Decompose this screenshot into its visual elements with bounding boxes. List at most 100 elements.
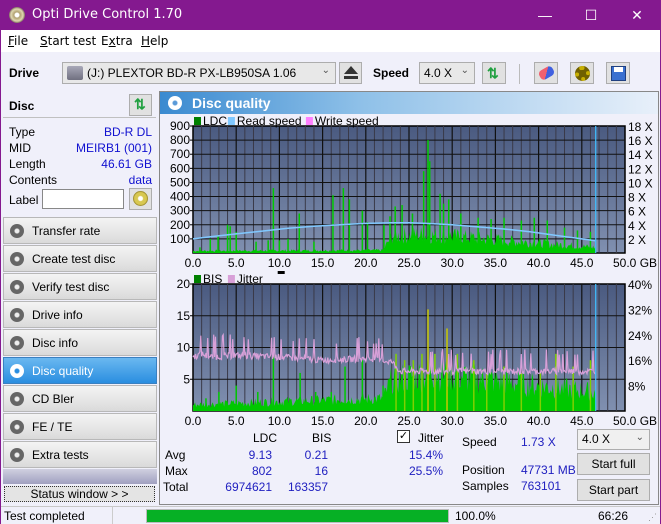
- drive-select[interactable]: (J:) PLEXTOR BD-R PX-LB950SA 1.06 ⌄: [62, 62, 336, 84]
- total-ldc: 6974621: [225, 480, 272, 494]
- nav-label: Drive info: [32, 308, 83, 322]
- test-speed-select[interactable]: 4.0 X ⌄: [577, 429, 650, 450]
- y2-tick-label: 2 X: [628, 233, 646, 247]
- maximize-button[interactable]: ☐: [568, 0, 614, 30]
- y-tick-label: 200: [170, 218, 190, 232]
- y2-tick-label: 18 X: [628, 120, 653, 134]
- disc-icon: [133, 191, 148, 206]
- nav-create-test-disc[interactable]: Create test disc: [3, 245, 157, 272]
- extra-tests-icon: [10, 448, 24, 462]
- nav-extra-tests[interactable]: Extra tests: [3, 441, 157, 468]
- speed-value: 1.73 X: [521, 435, 556, 449]
- transfer-rate-icon: [10, 224, 24, 238]
- nav-fe-te[interactable]: FE / TE: [3, 413, 157, 440]
- status-window-button[interactable]: Status window > >: [4, 486, 155, 502]
- nav-spacer: [3, 469, 157, 484]
- nav-label: Disc quality: [32, 364, 94, 378]
- menu-help[interactable]: Help: [141, 34, 168, 48]
- y2-tick-label: 10 X: [628, 176, 653, 190]
- menu-start-test[interactable]: Start test: [40, 34, 96, 48]
- avg-label: Avg: [165, 448, 186, 462]
- nav-verify-test-disc[interactable]: Verify test disc: [3, 273, 157, 300]
- cd-bler-icon: [10, 392, 24, 406]
- drive-label: Drive: [9, 66, 40, 80]
- left-panel: Disc ⇅ Type BD-R DL MID MEIRB1 (001) Len…: [1, 90, 158, 505]
- disc-info-icon: [10, 336, 24, 350]
- jitter-label: Jitter: [418, 431, 445, 445]
- app-disc-icon: [9, 7, 25, 23]
- chevron-down-icon: ⌄: [635, 432, 644, 443]
- erase-button[interactable]: [534, 62, 558, 84]
- refresh-arrows-icon: ⇅: [487, 65, 499, 81]
- y-tick-label: 400: [170, 190, 190, 204]
- legend-swatch: [227, 117, 235, 125]
- gears-icon: [575, 66, 590, 81]
- status-text: Test completed: [4, 509, 85, 523]
- x-tick-label: 50.0 GB: [613, 256, 657, 270]
- create-disc-icon: [10, 252, 24, 266]
- nav-disc-quality[interactable]: Disc quality: [3, 357, 157, 384]
- legend-marker: [277, 271, 285, 274]
- legend-label: LDC: [203, 114, 227, 128]
- nav-cd-bler[interactable]: CD Bler: [3, 385, 157, 412]
- elapsed-time: 66:26: [597, 509, 628, 523]
- x-tick-label: 30.0: [441, 414, 465, 428]
- disc-label-button[interactable]: [129, 188, 152, 210]
- max-label: Max: [165, 464, 188, 478]
- x-tick-label: 0.0: [185, 256, 202, 270]
- charts-area: 90080070060050040030020010018 X16 X14 X1…: [170, 114, 657, 428]
- progress-percent: 100.0%: [455, 509, 496, 523]
- chevron-down-icon: ⌄: [460, 65, 469, 76]
- start-full-button[interactable]: Start full: [577, 453, 650, 475]
- menu-extra[interactable]: Extra: [101, 34, 133, 48]
- legend-swatch: [194, 117, 201, 125]
- refresh-button[interactable]: ⇅: [482, 62, 506, 84]
- nav-label: Extra tests: [32, 448, 89, 462]
- disc-header-title: Disc: [9, 99, 35, 113]
- disc-quality-icon: [168, 96, 182, 110]
- disc-label-input[interactable]: [42, 189, 124, 209]
- y2-tick-label: 24%: [628, 329, 652, 343]
- speed-select[interactable]: 4.0 X ⌄: [419, 62, 475, 84]
- progress-fill: [147, 510, 448, 522]
- jitter-checkbox[interactable]: ✓: [397, 430, 410, 443]
- nav-transfer-rate[interactable]: Transfer rate: [3, 217, 157, 244]
- total-label: Total: [163, 480, 189, 494]
- start-part-button[interactable]: Start part: [577, 479, 650, 501]
- menu-file[interactable]: File: [8, 34, 28, 48]
- app-window: Opti Drive Control 1.70 — ☐ ✕ File Start…: [1, 0, 660, 524]
- save-button[interactable]: [606, 62, 630, 84]
- x-tick-label: 45.0: [570, 414, 594, 428]
- y-tick-label: 500: [170, 175, 190, 189]
- settings-button[interactable]: [570, 62, 594, 84]
- toolbar-divider: [519, 64, 520, 84]
- x-tick-label: 40.0: [527, 414, 551, 428]
- max-jitter: 25.5%: [408, 464, 443, 478]
- eject-icon: [344, 66, 358, 74]
- resize-grip-icon[interactable]: ⋰: [648, 512, 657, 523]
- close-button[interactable]: ✕: [614, 0, 660, 30]
- x-tick-label: 20.0: [354, 256, 378, 270]
- nav-label: Disc info: [32, 336, 79, 350]
- nav-label: Transfer rate: [32, 224, 101, 238]
- drive-icon: [67, 66, 83, 80]
- y-tick-label: 20: [177, 277, 191, 291]
- y-tick-label: 800: [170, 133, 190, 147]
- disc-contents-label: Contents: [9, 173, 58, 187]
- position-label: Position: [462, 463, 505, 477]
- x-tick-label: 25.0: [397, 256, 421, 270]
- max-bis: 16: [314, 464, 328, 478]
- disc-quality-icon: [10, 364, 24, 378]
- x-tick-label: 45.0: [570, 256, 594, 270]
- minimize-button[interactable]: —: [522, 0, 568, 30]
- y2-tick-label: 12 X: [628, 162, 653, 176]
- disc-refresh-button[interactable]: ⇅: [129, 94, 152, 116]
- y2-tick-label: 14 X: [628, 148, 653, 162]
- x-tick-label: 35.0: [484, 414, 508, 428]
- panel-title: Disc quality: [192, 95, 271, 111]
- nav-drive-info[interactable]: Drive info: [3, 301, 157, 328]
- nav-disc-info[interactable]: Disc info: [3, 329, 157, 356]
- y-tick-label: 5: [183, 372, 190, 386]
- stats-col-bis: BIS: [312, 431, 332, 445]
- eject-button[interactable]: [339, 62, 362, 84]
